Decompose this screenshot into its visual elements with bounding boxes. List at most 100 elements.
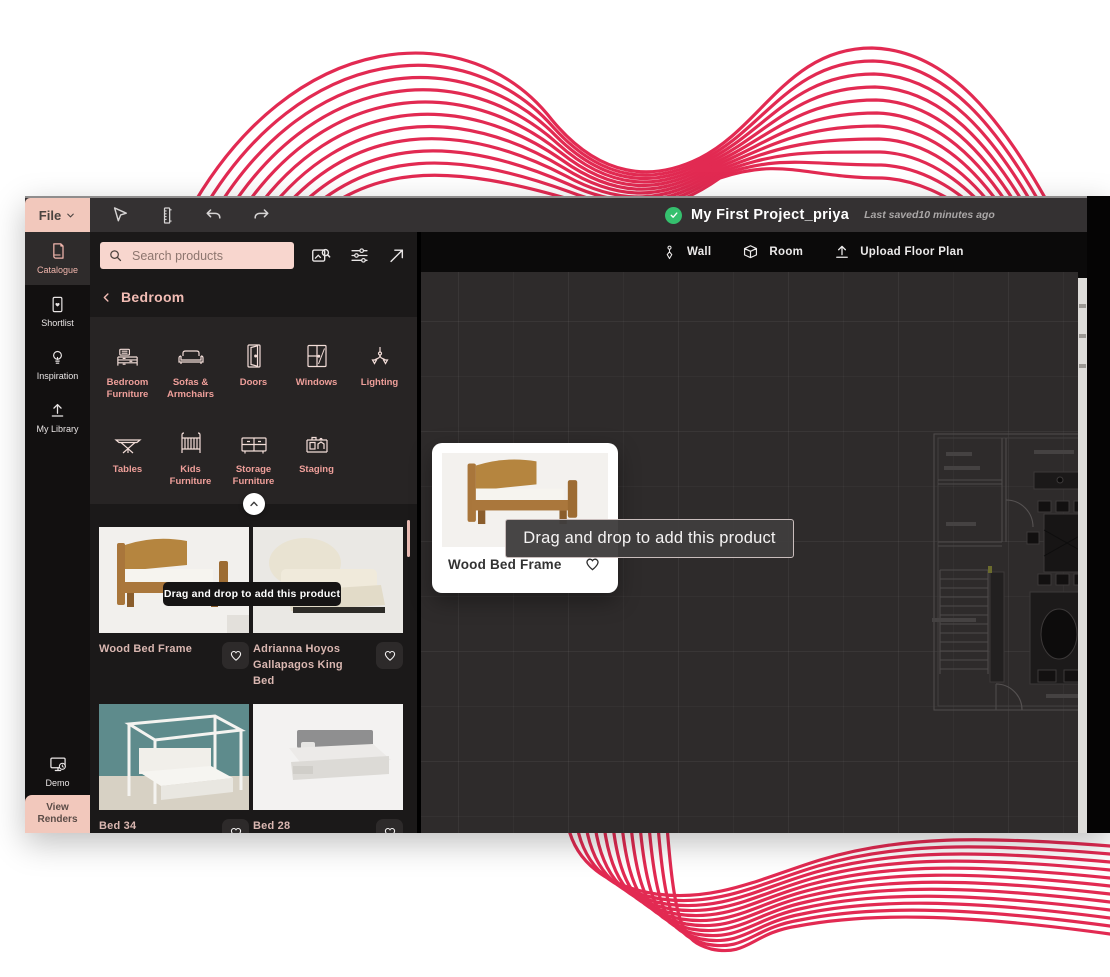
sidebar-item-inspiration[interactable]: Inspiration <box>25 338 90 391</box>
image-search-button[interactable] <box>309 245 333 267</box>
sidebar-item-shortlist[interactable]: Shortlist <box>25 285 90 338</box>
cabinet-icon <box>239 428 269 456</box>
product-card-wood-bed-frame[interactable]: Wood Bed Frame <box>99 527 249 690</box>
favorite-button[interactable] <box>222 819 249 833</box>
floor-plan[interactable] <box>926 422 1078 722</box>
ruler-icon <box>157 206 176 225</box>
favorite-button[interactable] <box>376 819 403 833</box>
category-label: Sofas & Armchairs <box>159 377 222 402</box>
sidebar-item-catalogue[interactable]: Catalogue <box>25 232 90 285</box>
crib-icon <box>178 428 204 456</box>
redo-button[interactable] <box>251 205 272 225</box>
product-card-bed-28[interactable]: Bed 28 <box>253 704 403 833</box>
product-card-bed-34[interactable]: Bed 34 <box>99 704 249 833</box>
category-sofas-armchairs[interactable]: Sofas & Armchairs <box>159 341 222 402</box>
search-box[interactable] <box>100 242 294 269</box>
drag-preview-card[interactable]: Wood Bed Frame <box>432 443 618 593</box>
image-search-icon <box>309 245 333 267</box>
collapse-panel-icon <box>386 246 407 266</box>
category-bedroom-furniture[interactable]: Bedroom Furniture <box>96 341 159 402</box>
category-kids-furniture[interactable]: Kids Furniture <box>159 428 222 489</box>
product-photo-cream-bed <box>253 527 403 633</box>
sidebar-label: Shortlist <box>41 319 74 329</box>
door-icon <box>244 341 264 369</box>
category-label: Bedroom Furniture <box>96 377 159 402</box>
lighting-icon <box>366 341 394 369</box>
sidebar-spacer <box>25 444 90 747</box>
favorite-button[interactable] <box>376 642 403 669</box>
tool-label: Wall <box>687 246 711 258</box>
collapse-categories-button[interactable] <box>243 493 265 515</box>
wall-tool-button[interactable]: Wall <box>661 243 711 262</box>
room-tool-button[interactable]: Room <box>741 243 803 262</box>
category-doors[interactable]: Doors <box>222 341 285 402</box>
heart-icon <box>228 648 244 663</box>
redo-icon <box>251 205 272 225</box>
subcategory-grid: Bedroom Furniture Sofas & Armchairs <box>96 341 411 488</box>
room-icon <box>741 243 760 262</box>
filter-sliders-icon <box>348 245 371 266</box>
sidebar-item-demo[interactable]: Demo <box>25 747 90 795</box>
category-label: Tables <box>113 464 142 476</box>
category-lighting[interactable]: Lighting <box>348 341 411 402</box>
undo-button[interactable] <box>203 205 224 225</box>
category-header-label: Bedroom <box>121 289 185 305</box>
catalogue-panel: Bedroom Bedroom Furniture <box>90 232 421 833</box>
product-name: Bed 34 <box>99 819 136 833</box>
favorite-button[interactable] <box>222 642 249 669</box>
sidebar-label: Demo <box>45 779 69 789</box>
cursor-tool-button[interactable] <box>110 205 130 225</box>
shortlist-icon <box>48 295 67 314</box>
project-info: My First Project_priya Last saved10 minu… <box>665 198 995 232</box>
search-row <box>90 232 417 281</box>
undo-icon <box>203 205 224 225</box>
category-label: Staging <box>299 464 334 476</box>
last-saved-status: Last saved10 minutes ago <box>864 209 995 221</box>
back-chevron-icon <box>100 291 113 304</box>
view-renders-label: View Renders <box>32 802 84 827</box>
search-icon <box>108 248 123 263</box>
tool-label: Room <box>769 246 803 258</box>
file-menu-button[interactable]: File <box>25 198 90 232</box>
subcategory-section: Bedroom Furniture Sofas & Armchairs <box>90 317 417 504</box>
category-label: Storage Furniture <box>222 464 285 489</box>
floor-plan-edge <box>1078 278 1087 833</box>
window-right-void <box>1087 196 1110 833</box>
table-icon <box>113 428 143 456</box>
drag-hint-tooltip-large: Drag and drop to add this product <box>505 519 794 558</box>
category-label: Windows <box>296 377 338 389</box>
measure-tool-button[interactable] <box>157 206 176 225</box>
category-staging[interactable]: Staging <box>285 428 348 489</box>
sidebar-item-my-library[interactable]: My Library <box>25 391 90 444</box>
file-menu-label: File <box>39 208 61 223</box>
project-title[interactable]: My First Project_priya <box>691 207 849 223</box>
upload-icon <box>48 401 67 420</box>
category-storage-furniture[interactable]: Storage Furniture <box>222 428 285 489</box>
staging-icon <box>303 428 331 456</box>
filters-button[interactable] <box>348 245 371 266</box>
catalogue-icon <box>48 241 68 261</box>
search-input[interactable] <box>130 248 284 264</box>
category-tables[interactable]: Tables <box>96 428 159 489</box>
canvas-toolbar: Wall Room Upload Floor Plan <box>421 232 1110 272</box>
bedroom-furniture-icon <box>114 341 141 369</box>
title-bar: File <box>25 196 1110 232</box>
category-label: Kids Furniture <box>159 464 222 489</box>
upload-icon <box>833 243 851 261</box>
product-list: Wood Bed Frame <box>90 515 417 833</box>
category-label: Lighting <box>361 377 398 389</box>
category-back-header[interactable]: Bedroom <box>90 281 417 317</box>
sidebar-label: Inspiration <box>37 372 79 382</box>
panel-scrollbar[interactable] <box>407 520 410 557</box>
product-photo-wooden-bed <box>99 527 249 633</box>
product-card-adrianna-king-bed[interactable]: Adrianna Hoyos Gallapagos King Bed <box>253 527 403 690</box>
cursor-icon <box>110 205 130 225</box>
view-renders-button[interactable]: View Renders <box>25 795 90 833</box>
titlebar-tools <box>90 198 272 232</box>
collapse-panel-button[interactable] <box>386 246 407 266</box>
category-windows[interactable]: Windows <box>285 341 348 402</box>
sidebar-label: My Library <box>36 425 78 435</box>
upload-floor-plan-button[interactable]: Upload Floor Plan <box>833 243 964 261</box>
drag-hint-tooltip-small: Drag and drop to add this product <box>163 582 341 606</box>
heart-icon <box>228 825 244 833</box>
